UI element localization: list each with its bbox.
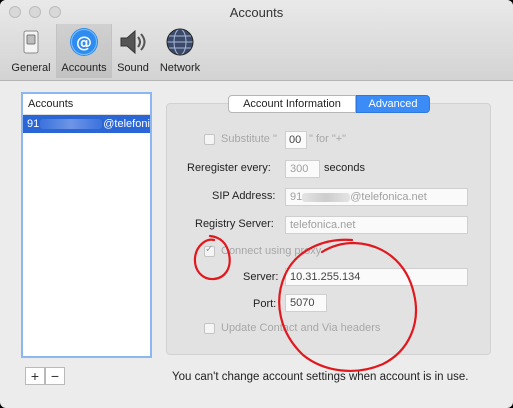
substitute-checkbox[interactable] (204, 134, 215, 145)
substitute-field[interactable]: 00 (285, 131, 307, 149)
accounts-list-header: Accounts (23, 94, 150, 115)
svg-text:@: @ (76, 33, 92, 52)
server-label: Server: (243, 271, 279, 283)
toolbar-network[interactable]: Network (155, 24, 205, 78)
account-row-prefix: 91 (27, 118, 40, 130)
port-label: Port: (253, 298, 277, 310)
update-headers-label: Update Contact and Via headers (221, 322, 381, 334)
sip-address-prefix: 91 (290, 191, 303, 203)
toolbar-general-label: General (11, 62, 51, 74)
redacted-text (302, 192, 351, 202)
remove-account-button[interactable]: − (45, 367, 65, 385)
toolbar-general[interactable]: General (8, 24, 54, 78)
substitute-label-post: " for "+" (309, 133, 347, 145)
toolbar-sound-label: Sound (117, 62, 149, 74)
toolbar-network-label: Network (159, 62, 201, 74)
toolbar-accounts-label: Accounts (61, 62, 107, 74)
reregister-unit: seconds (324, 162, 365, 174)
redacted-text (40, 119, 103, 130)
update-headers-checkbox[interactable] (204, 323, 215, 334)
accounts-list[interactable]: Accounts 91 @telefonica.net (21, 92, 152, 358)
general-switch-icon (23, 30, 39, 54)
registry-server-field[interactable]: telefonica.net (285, 216, 468, 234)
port-field[interactable]: 5070 (285, 294, 327, 312)
titlebar: Accounts General @ Accounts Sound Networ… (0, 0, 513, 81)
globe-icon (166, 28, 194, 56)
sip-address-suffix: @telefonica.net (350, 191, 427, 203)
server-field[interactable]: 10.31.255.134 (285, 268, 468, 286)
sip-address-label: SIP Address: (212, 190, 276, 202)
reregister-field[interactable]: 300 (285, 160, 320, 178)
tab-account-information[interactable]: Account Information (228, 95, 356, 113)
window-title: Accounts (229, 5, 284, 20)
connect-proxy-label: Connect using proxy (221, 245, 322, 257)
accounts-window: Accounts General @ Accounts Sound Networ… (0, 0, 513, 408)
account-in-use-message: You can't change account settings when a… (172, 371, 469, 383)
at-sign-icon: @ (70, 28, 98, 56)
account-row-suffix: @telefonica.net (103, 118, 150, 130)
tab-advanced[interactable]: Advanced (356, 95, 430, 113)
account-row-selected[interactable]: 91 @telefonica.net (23, 115, 150, 133)
connect-proxy-checkbox[interactable] (204, 244, 215, 257)
registry-server-label: Registry Server: (195, 218, 274, 230)
add-account-button[interactable]: + (25, 367, 45, 385)
speaker-icon (120, 29, 146, 55)
sip-address-field[interactable]: 91 @telefonica.net (285, 188, 468, 206)
toolbar-accounts[interactable]: @ Accounts (56, 24, 112, 78)
reregister-label: Reregister every: (187, 162, 271, 174)
toolbar-sound[interactable]: Sound (113, 24, 153, 78)
substitute-label-pre: Substitute " (221, 133, 277, 145)
